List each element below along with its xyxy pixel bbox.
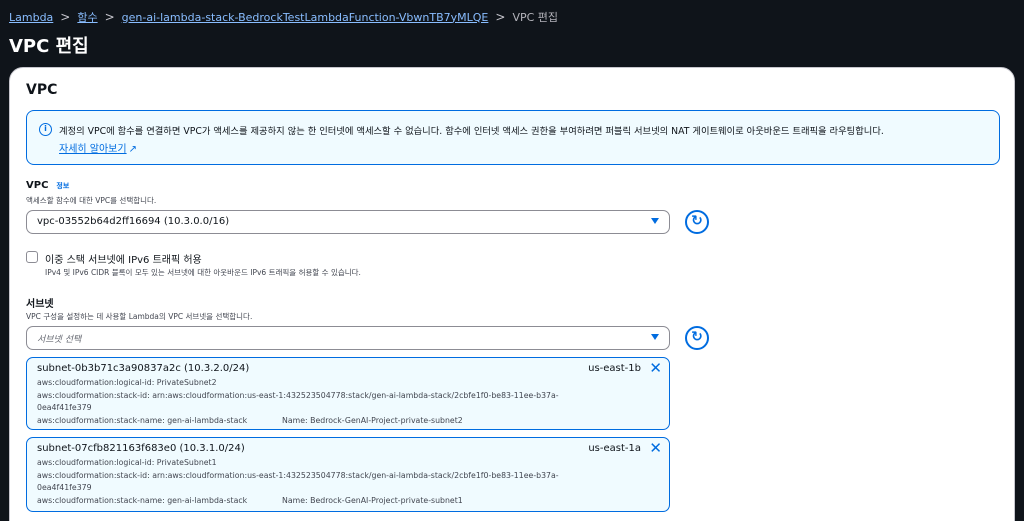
subnet-select[interactable]: 서브넷 선택 [26, 326, 670, 350]
ipv6-description: IPv4 및 IPv6 CIDR 블록이 모두 있는 서브넷에 대한 아웃바운드… [45, 268, 361, 277]
breadcrumb-function[interactable]: gen-ai-lambda-stack-BedrockTestLambdaFun… [122, 11, 489, 24]
close-icon: ✕ [649, 439, 662, 457]
subnet-tag: Name: Bedrock-GenAI-Project-private-subn… [282, 496, 463, 505]
subnet-token-az: us-east-1b [588, 363, 641, 374]
subnet-tag: Name: Bedrock-GenAI-Project-private-subn… [282, 416, 463, 425]
subnet-tag: aws:cloudformation:stack-name: gen-ai-la… [37, 496, 248, 505]
vpc-description: 액세스할 함수에 대한 VPC를 선택합니다. [26, 196, 157, 205]
refresh-icon: ↻ [691, 213, 703, 229]
vpc-select-value: vpc-03552b64d2ff16694 (10.3.0.0/16) [37, 216, 230, 227]
refresh-icon: ↻ [691, 329, 703, 345]
ipv6-checkbox[interactable] [26, 251, 38, 263]
vpc-select[interactable]: vpc-03552b64d2ff16694 (10.3.0.0/16) [26, 210, 670, 234]
subnet-placeholder: 서브넷 선택 [37, 335, 82, 345]
vpc-refresh-button[interactable]: ↻ [685, 210, 709, 234]
subnet-token-az: us-east-1a [588, 443, 641, 454]
info-circle-icon: i [39, 123, 52, 136]
external-link-icon: ↗ [128, 144, 137, 155]
page-title: VPC 편집 [9, 36, 89, 57]
alert-text: 계정의 VPC에 함수를 연결하면 VPC가 액세스를 제공하지 않는 한 인터… [59, 126, 884, 137]
subnet-tag: aws:cloudformation:stack-name: gen-ai-la… [37, 416, 248, 425]
subnet-refresh-button[interactable]: ↻ [685, 326, 709, 350]
chevron-right-icon: > [104, 10, 115, 24]
subnet-tag: aws:cloudformation:stack-id: arn:aws:clo… [37, 391, 559, 400]
breadcrumb-lambda[interactable]: Lambda [9, 11, 53, 24]
chevron-right-icon: > [60, 10, 71, 24]
subnet-description: VPC 구성을 설정하는 데 사용할 Lambda의 VPC 서브넷을 선택합니… [26, 312, 253, 321]
learn-more-label: 자세히 알아보기 [59, 144, 127, 155]
subnet-tag: 0ea4f41fe379 [37, 403, 92, 412]
subnet-tag: aws:cloudformation:logical-id: PrivateSu… [37, 378, 217, 387]
subnet-tag: aws:cloudformation:stack-id: arn:aws:clo… [37, 471, 559, 480]
chevron-right-icon: > [495, 10, 506, 24]
breadcrumb-functions[interactable]: 함수 [77, 9, 97, 25]
subnet-token-name: subnet-0b3b71c3a90837a2c (10.3.2.0/24) [37, 363, 250, 374]
remove-subnet-button[interactable]: ✕ [649, 359, 662, 377]
breadcrumb-current: VPC 편집 [512, 11, 559, 24]
subnet-token: subnet-07cfb821163f683e0 (10.3.1.0/24) u… [26, 437, 670, 512]
caret-down-icon [651, 334, 659, 340]
vpc-info-link[interactable]: 정보 [56, 182, 69, 190]
learn-more-link[interactable]: 자세히 알아보기 ↗ [59, 140, 137, 155]
vpc-panel: VPC i 계정의 VPC에 함수를 연결하면 VPC가 액세스를 제공하지 않… [9, 67, 1015, 521]
subnet-token: subnet-0b3b71c3a90837a2c (10.3.2.0/24) u… [26, 357, 670, 430]
caret-down-icon [651, 218, 659, 224]
subnet-label: 서브넷 [26, 299, 54, 310]
remove-subnet-button[interactable]: ✕ [649, 439, 662, 457]
subnet-tag: aws:cloudformation:logical-id: PrivateSu… [37, 458, 217, 467]
subnet-token-name: subnet-07cfb821163f683e0 (10.3.1.0/24) [37, 443, 245, 454]
close-icon: ✕ [649, 359, 662, 377]
vpc-label: VPC 정보 [26, 180, 69, 191]
info-alert: i 계정의 VPC에 함수를 연결하면 VPC가 액세스를 제공하지 않는 한 … [26, 110, 1000, 165]
breadcrumb: Lambda > 함수 > gen-ai-lambda-stack-Bedroc… [9, 9, 558, 25]
panel-title: VPC [26, 82, 58, 98]
vpc-label-text: VPC [26, 180, 49, 191]
subnet-tag: 0ea4f41fe379 [37, 483, 92, 492]
ipv6-label: 이중 스택 서브넷에 IPv6 트래픽 허용 [45, 255, 202, 266]
